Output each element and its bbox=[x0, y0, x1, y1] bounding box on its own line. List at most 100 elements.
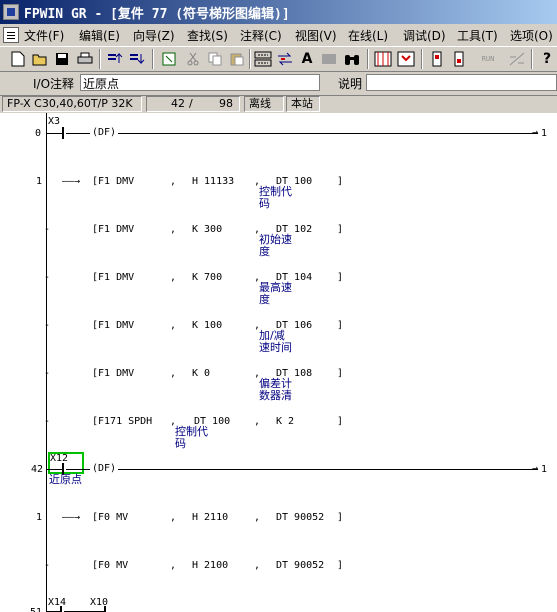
comma: , bbox=[170, 272, 177, 283]
menu-view[interactable]: 视图(V) bbox=[295, 27, 337, 43]
instruction: [F1 DMV bbox=[92, 368, 135, 379]
run-icon[interactable]: RUN bbox=[476, 50, 500, 68]
instruction: [F1 DMV bbox=[92, 272, 135, 283]
df-instruction[interactable]: (DF) bbox=[92, 127, 116, 138]
copy-icon[interactable] bbox=[206, 50, 224, 68]
instruction: [F0 MV bbox=[92, 512, 129, 523]
description-field[interactable] bbox=[366, 74, 557, 91]
comma: , bbox=[170, 512, 177, 523]
contact-label: X14 bbox=[48, 597, 67, 608]
operand-2: DT 90052 bbox=[276, 512, 325, 523]
close-bracket: ] bbox=[337, 272, 344, 283]
document-icon[interactable] bbox=[3, 27, 19, 43]
operand-comment: 控制代码 bbox=[175, 425, 208, 450]
menu-search[interactable]: 查找(S) bbox=[187, 27, 228, 43]
menu-comment[interactable]: 注释(C) bbox=[240, 27, 282, 43]
close-bracket: ] bbox=[337, 368, 344, 379]
df-instruction[interactable]: (DF) bbox=[92, 463, 116, 474]
operand-1: K 100 bbox=[192, 320, 223, 331]
find-icon[interactable] bbox=[160, 50, 178, 68]
cut-icon[interactable] bbox=[184, 50, 202, 68]
step-number: 51 bbox=[30, 607, 42, 612]
close-bracket: ] bbox=[337, 416, 344, 427]
paste-icon[interactable] bbox=[228, 50, 246, 68]
operand-comment: 加/减 速时间 bbox=[259, 329, 292, 354]
save-icon[interactable] bbox=[53, 50, 71, 68]
open-icon[interactable] bbox=[31, 50, 49, 68]
text-icon[interactable]: A bbox=[298, 50, 316, 68]
step-current: 42 bbox=[171, 97, 185, 110]
block-icon[interactable] bbox=[320, 50, 338, 68]
arrow-right-icon: → bbox=[532, 127, 539, 138]
io-comment-field[interactable]: 近原点 bbox=[80, 74, 320, 91]
app-icon[interactable] bbox=[3, 4, 19, 20]
step-separator: / bbox=[189, 97, 193, 110]
rail-tick: - bbox=[44, 320, 51, 331]
arrow-right-icon: → bbox=[532, 463, 539, 474]
branch-arrow-icon: ——→ bbox=[62, 176, 81, 187]
stop-icon[interactable] bbox=[508, 50, 526, 68]
rail-tick: - bbox=[44, 224, 51, 235]
operand-1: K 300 bbox=[192, 224, 223, 235]
contact-label: X3 bbox=[48, 116, 61, 127]
close-bracket: ] bbox=[337, 176, 344, 187]
insert-row-icon[interactable] bbox=[254, 50, 272, 68]
help-icon[interactable]: ? bbox=[538, 50, 556, 68]
program-up-icon[interactable] bbox=[106, 50, 124, 68]
operand-1: K 700 bbox=[192, 272, 223, 283]
program-down-icon[interactable] bbox=[128, 50, 146, 68]
plc-write-icon[interactable] bbox=[450, 50, 468, 68]
operand-comment: 初始速度 bbox=[259, 233, 292, 258]
menu-wizard[interactable]: 向导(Z) bbox=[133, 27, 175, 43]
step-number: 0 bbox=[35, 128, 42, 139]
close-bracket: ] bbox=[337, 560, 344, 571]
station: 本站 bbox=[286, 96, 320, 112]
operand-2: DT 90052 bbox=[276, 560, 325, 571]
replace-icon[interactable] bbox=[276, 50, 294, 68]
comma: , bbox=[170, 224, 177, 235]
io-comment-label: I/O注释 bbox=[33, 77, 75, 91]
instruction: [F171 SPDH bbox=[92, 416, 153, 427]
window-title: FPWIN GR - [复件 77 (符号梯形图编辑)] bbox=[24, 7, 290, 22]
contact-symbol[interactable] bbox=[104, 606, 106, 612]
comma: , bbox=[170, 368, 177, 379]
online-mode: 离线 bbox=[244, 96, 284, 112]
operand-comment: 偏差计 数器清 bbox=[259, 377, 292, 402]
step-counter: 42 / 98 bbox=[146, 96, 240, 112]
menu-file[interactable]: 文件(F) bbox=[24, 27, 64, 43]
menu-online[interactable]: 在线(L) bbox=[348, 27, 388, 43]
instruction: [F0 MV bbox=[92, 560, 129, 571]
binoculars-icon[interactable] bbox=[343, 50, 361, 68]
comma: , bbox=[170, 176, 177, 187]
contact-symbol[interactable] bbox=[62, 127, 64, 139]
comma: , bbox=[170, 320, 177, 331]
left-power-rail bbox=[46, 113, 47, 612]
rail-tick: - bbox=[44, 416, 51, 427]
run-label: RUN bbox=[481, 55, 495, 63]
step-total: 98 bbox=[219, 97, 233, 110]
rail-tick: - bbox=[44, 560, 51, 571]
monitor-icon[interactable] bbox=[374, 50, 392, 68]
new-icon[interactable] bbox=[9, 50, 27, 68]
comma: , bbox=[254, 560, 261, 571]
plc-model: FP-X C30,40,60T/P 32K bbox=[2, 96, 142, 112]
comma: , bbox=[170, 560, 177, 571]
plc-read-icon[interactable] bbox=[428, 50, 446, 68]
menu-debug[interactable]: 调试(D) bbox=[403, 27, 446, 43]
message-icon[interactable] bbox=[397, 50, 415, 68]
menu-edit[interactable]: 编辑(E) bbox=[79, 27, 120, 43]
rail-tick: - bbox=[44, 368, 51, 379]
menu-tools[interactable]: 工具(T) bbox=[457, 27, 498, 43]
instruction: [F1 DMV bbox=[92, 320, 135, 331]
ladder-editor[interactable]: X3 0 (DF) → 1 1 ——→ [F1 DMV , H 11133 , … bbox=[0, 113, 557, 612]
print-icon[interactable] bbox=[76, 50, 94, 68]
contact-symbol[interactable] bbox=[60, 606, 62, 612]
operand-1: H 11133 bbox=[192, 176, 235, 187]
row-step: 1 bbox=[36, 512, 43, 523]
rail-tick: - bbox=[44, 272, 51, 283]
contact-label: X12 bbox=[50, 453, 69, 464]
close-bracket: ] bbox=[337, 224, 344, 235]
description-label: 说明 bbox=[338, 77, 363, 91]
menu-options[interactable]: 选项(O) bbox=[510, 27, 553, 43]
instruction: [F1 DMV bbox=[92, 176, 135, 187]
